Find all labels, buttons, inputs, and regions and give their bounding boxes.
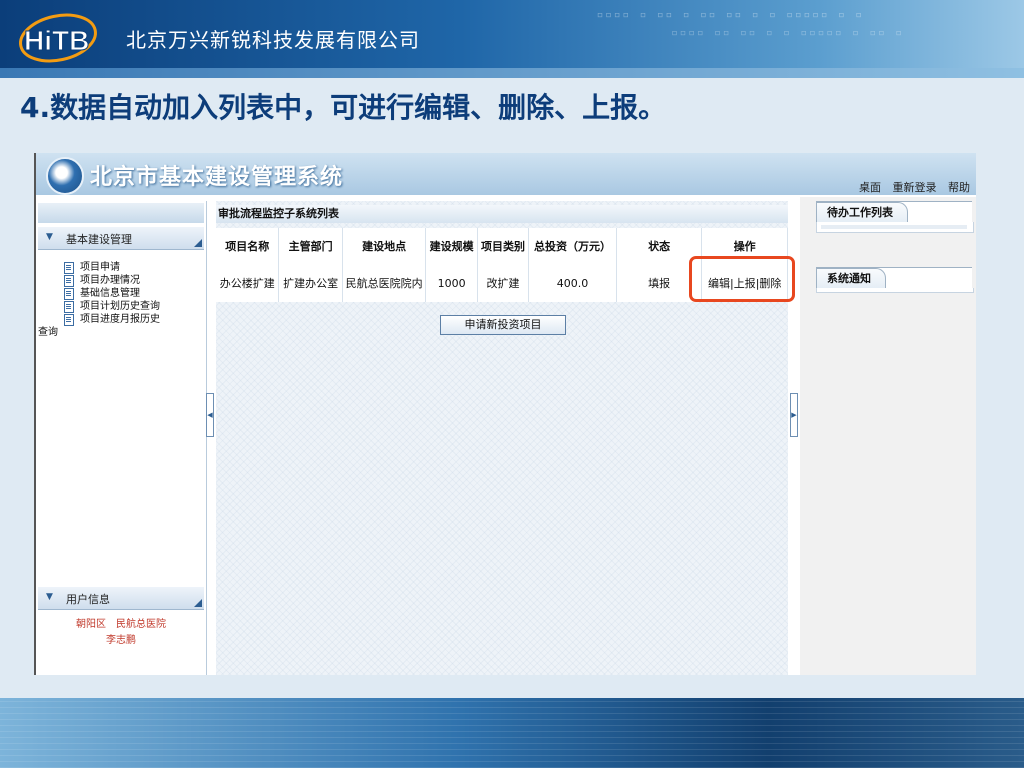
right-panel: 待办工作列表 系统通知 bbox=[800, 197, 976, 675]
col-header: 建设地点 bbox=[342, 228, 427, 265]
menu-section-construction[interactable]: ▼ 基本建设管理 bbox=[38, 227, 204, 250]
left-sidebar: ▼ 基本建设管理 项目申请 项目办理情况 基础信息管理 项目计划历史查询 项目进… bbox=[36, 201, 207, 675]
slide-footer-band bbox=[0, 698, 1024, 768]
svg-text:HiTB: HiTB bbox=[24, 25, 89, 56]
todo-list bbox=[816, 222, 974, 233]
top-links: 桌面 重新登录 帮助 bbox=[851, 179, 970, 195]
cell-department: 扩建办公室 bbox=[278, 265, 343, 302]
menu-item-monthly-report-history[interactable]: 项目进度月报历史 bbox=[36, 313, 206, 326]
corner-triangle-icon bbox=[194, 599, 202, 607]
menu-item-label: 项目计划历史查询 bbox=[80, 301, 160, 312]
document-icon bbox=[64, 314, 74, 326]
document-icon bbox=[64, 262, 74, 274]
app-header: 北京市基本建设管理系统 桌面 重新登录 帮助 bbox=[36, 153, 976, 195]
user-org: 朝阳区 民航总医院 bbox=[76, 619, 166, 630]
col-header: 项目名称 bbox=[216, 228, 280, 265]
col-header: 主管部门 bbox=[278, 228, 343, 265]
todo-tab-label: 待办工作列表 bbox=[816, 202, 908, 223]
collapse-left-handle[interactable]: ◀ bbox=[206, 393, 214, 437]
help-link[interactable]: 帮助 bbox=[948, 181, 970, 194]
cell-scale: 1000 bbox=[425, 265, 478, 302]
chevron-down-icon: ▼ bbox=[46, 592, 53, 602]
document-icon bbox=[64, 275, 74, 287]
corner-triangle-icon bbox=[194, 239, 202, 247]
notice-tab-label: 系统通知 bbox=[816, 268, 886, 289]
menu-item-project-status[interactable]: 项目办理情况 bbox=[36, 274, 206, 287]
menu-item-plan-history[interactable]: 项目计划历史查询 bbox=[36, 300, 206, 313]
cell-category: 改扩建 bbox=[477, 265, 530, 302]
col-header: 总投资（万元） bbox=[528, 228, 617, 265]
hitb-logo-icon: HiTB bbox=[19, 13, 97, 63]
document-icon bbox=[64, 301, 74, 313]
todo-tab[interactable]: 待办工作列表 bbox=[816, 201, 972, 223]
company-name: 北京万兴新锐科技发展有限公司 bbox=[126, 28, 420, 52]
cell-investment: 400.0 bbox=[528, 265, 617, 302]
menu-item-label: 项目进度月报历史 bbox=[80, 314, 160, 325]
chevron-down-icon: ▼ bbox=[46, 232, 53, 242]
app-window: 北京市基本建设管理系统 桌面 重新登录 帮助 ▼ 基本建设管理 项目申请 项目办… bbox=[34, 153, 976, 675]
menu-item-project-apply[interactable]: 项目申请 bbox=[36, 261, 206, 274]
menu-item-label: 项目申请 bbox=[80, 262, 120, 273]
menu-item-label: 项目办理情况 bbox=[80, 275, 140, 286]
collapse-right-handle[interactable]: ▶ bbox=[790, 393, 798, 437]
slide-title: 4.数据自动加入列表中，可进行编辑、删除、上报。 bbox=[20, 91, 667, 124]
app-title: 北京市基本建设管理系统 bbox=[90, 165, 344, 190]
panel-title: 审批流程监控子系统列表 bbox=[216, 205, 788, 223]
menu-section-user-info[interactable]: ▼ 用户信息 bbox=[38, 587, 204, 610]
decorative-binary: ▫▫▫▫ ▫ ▫▫ ▫ ▫▫ ▫▫ ▫ ▫ ▫▫▫▫▫ ▫ ▫ bbox=[596, 8, 864, 21]
user-info: 朝阳区 民航总医院 李志鹏 bbox=[36, 617, 206, 649]
sidebar-top-bar bbox=[38, 203, 204, 223]
col-header: 项目类别 bbox=[477, 228, 530, 265]
user-name: 李志鹏 bbox=[106, 635, 136, 646]
slide-header-strip bbox=[0, 68, 1024, 78]
col-header: 建设规模 bbox=[425, 228, 478, 265]
todo-list-inner bbox=[821, 225, 967, 229]
relogin-link[interactable]: 重新登录 bbox=[893, 181, 937, 194]
menu-item-basic-info[interactable]: 基础信息管理 bbox=[36, 287, 206, 300]
menu-section-label: 基本建设管理 bbox=[66, 233, 132, 246]
document-icon bbox=[64, 288, 74, 300]
cell-location: 民航总医院院内 bbox=[342, 265, 427, 302]
cell-project-name: 办公楼扩建 bbox=[216, 265, 280, 302]
operations-highlight-box bbox=[689, 256, 795, 302]
menu-item-wrap-text[interactable]: 查询 bbox=[36, 326, 206, 339]
notice-list bbox=[816, 288, 974, 293]
decorative-binary-2: ▫▫▫▫ ▫▫ ▫▫ ▫ ▫ ▫▫▫▫▫ ▫ ▫▫ ▫ bbox=[671, 26, 904, 39]
emblem-icon bbox=[46, 157, 84, 195]
desktop-link[interactable]: 桌面 bbox=[859, 181, 881, 194]
menu-section-label: 用户信息 bbox=[66, 593, 110, 606]
footer-lines bbox=[0, 698, 1024, 768]
menu-item-label: 基础信息管理 bbox=[80, 288, 140, 299]
apply-new-project-button[interactable]: 申请新投资项目 bbox=[440, 315, 566, 335]
notice-tab[interactable]: 系统通知 bbox=[816, 267, 972, 289]
menu-list: 项目申请 项目办理情况 基础信息管理 项目计划历史查询 项目进度月报历史 查询 bbox=[36, 261, 206, 339]
